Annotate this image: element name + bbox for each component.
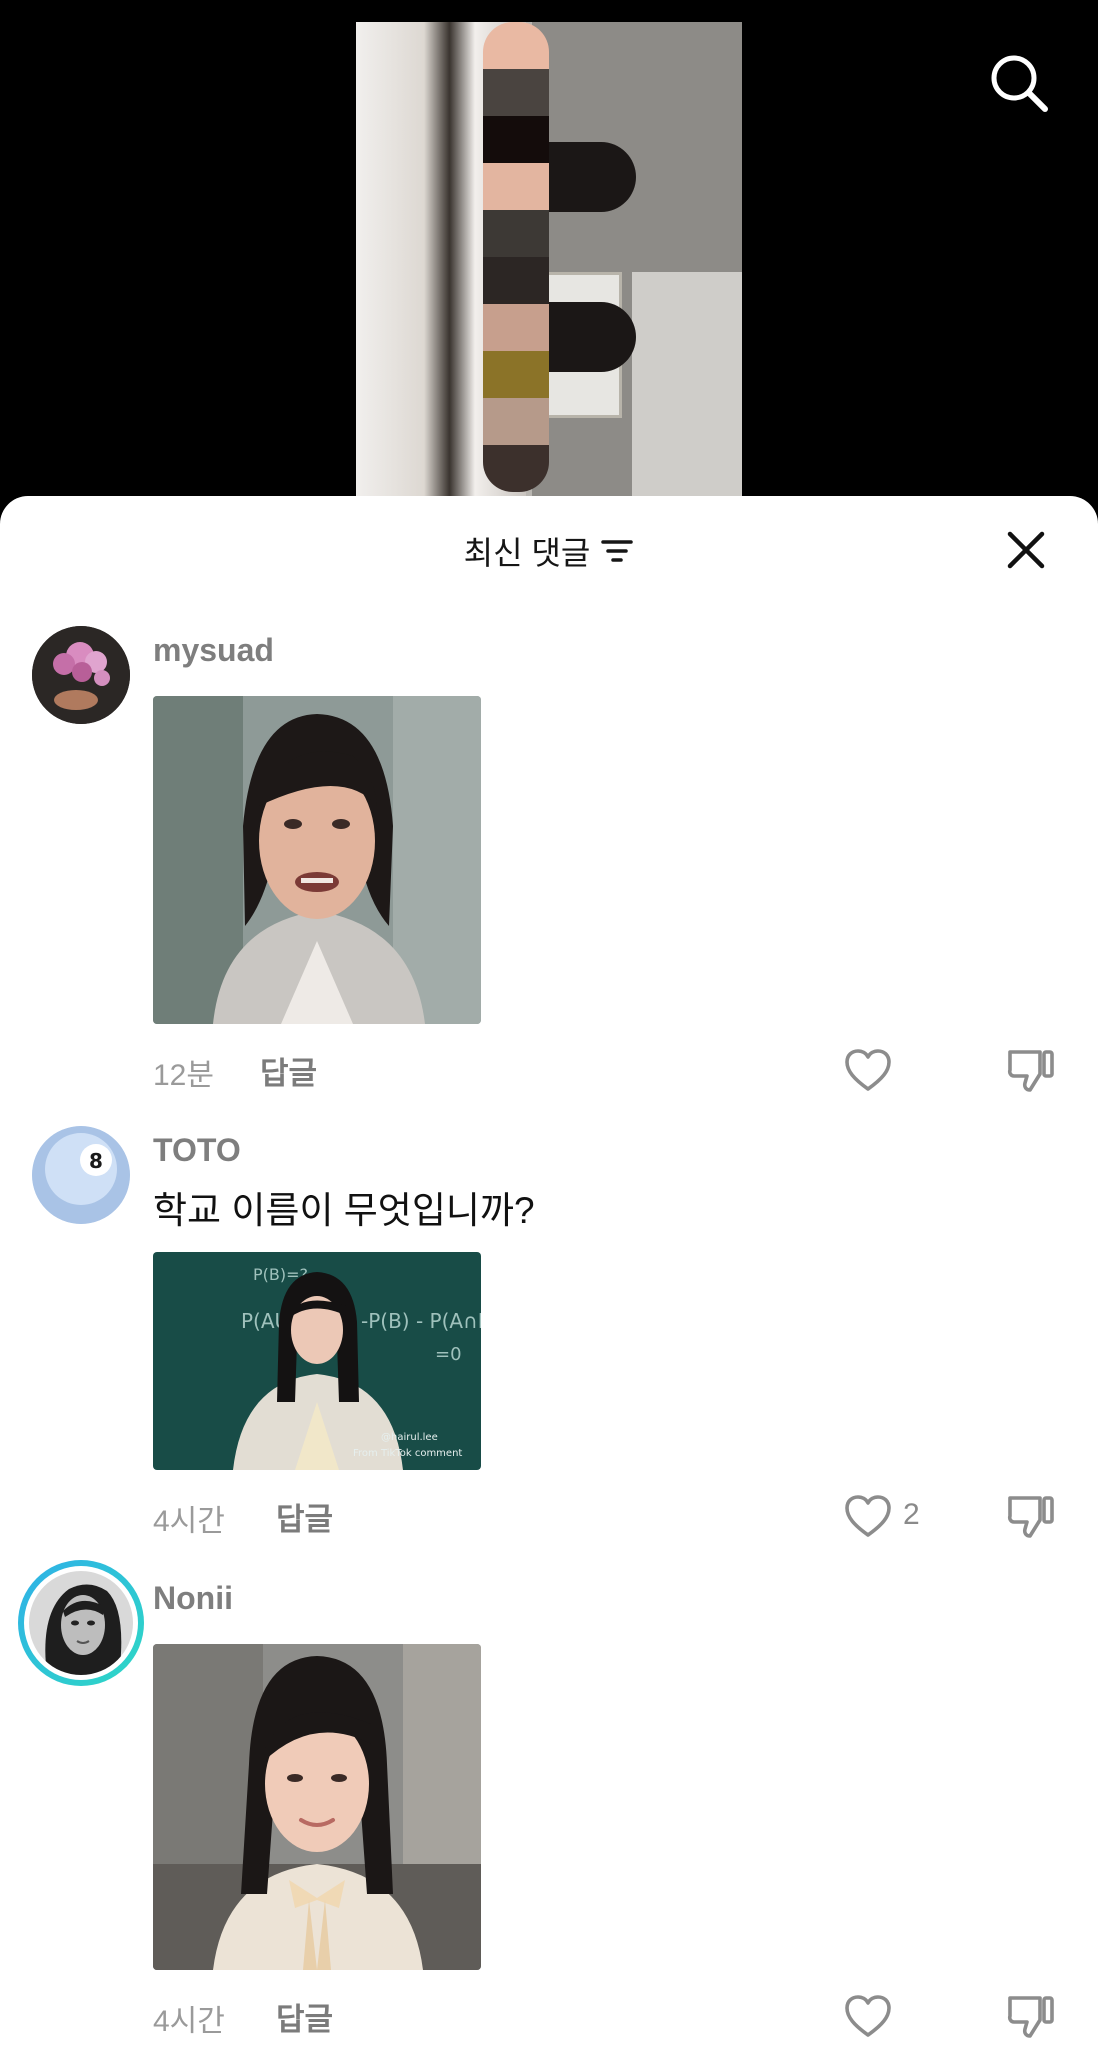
comment-text: 학교 이름이 무엇입니까?	[153, 1190, 535, 1231]
reply-button[interactable]: 답글	[276, 1994, 333, 2039]
avatar[interactable]	[18, 1560, 144, 1686]
comment-media-image[interactable]	[153, 1644, 481, 1970]
avatar-portrait-image	[29, 1571, 133, 1675]
svg-text:-P(B) - P(A∩B): -P(B) - P(A∩B)	[361, 1309, 481, 1333]
search-icon	[991, 55, 1048, 112]
comment-media-image[interactable]	[153, 696, 481, 1024]
heart-icon	[845, 1049, 891, 1091]
comment-username[interactable]: mysuad	[153, 632, 274, 669]
avatar-eight-ball-image: 8	[32, 1126, 130, 1224]
thumbs-down-icon	[1007, 1996, 1054, 2038]
comment-username[interactable]: Nonii	[153, 1580, 233, 1617]
search-button[interactable]	[984, 48, 1054, 118]
avatar[interactable]	[32, 626, 130, 724]
comments-header: 최신 댓글	[0, 496, 1098, 606]
close-button[interactable]	[998, 522, 1054, 578]
media-watermark: @hairul.lee	[381, 1432, 438, 1443]
dislike-button[interactable]	[1004, 1990, 1058, 2042]
comment-time: 12분	[153, 1059, 214, 1092]
sort-label: 최신 댓글	[463, 535, 591, 571]
like-button[interactable]	[842, 1044, 894, 1096]
woman-at-chalkboard-image: P(B)=? P(AU -P(B) - P(A∩B) =0 @hairul.le…	[153, 1252, 481, 1470]
dislike-button[interactable]	[1004, 1490, 1058, 1542]
svg-text:=0: =0	[435, 1344, 462, 1365]
thumbs-down-icon	[1007, 1496, 1054, 1538]
sort-toggle[interactable]: 최신 댓글	[0, 528, 1098, 574]
dislike-button[interactable]	[1004, 1044, 1058, 1096]
comments-sheet: 최신 댓글 mysuad 12분 답글 8 TOTO 학교 이름이 무엇입니까?…	[0, 496, 1098, 2048]
pixelated-censor	[483, 22, 549, 500]
comment-media-image[interactable]: P(B)=? P(AU -P(B) - P(A∩B) =0 @hairul.le…	[153, 1252, 481, 1470]
like-count: 2	[903, 1498, 920, 1531]
woman-shouting-image	[153, 696, 481, 1024]
thumbnail-floor	[632, 272, 742, 500]
svg-text:8: 8	[89, 1149, 103, 1173]
like-button[interactable]	[842, 1490, 894, 1542]
like-button[interactable]	[842, 1990, 894, 2042]
avatar-flowers-image	[32, 626, 130, 724]
comment-time: 4시간	[153, 1505, 225, 1538]
thumbs-down-icon	[1007, 1050, 1054, 1092]
comment-username[interactable]: TOTO	[153, 1132, 241, 1169]
avatar[interactable]: 8	[32, 1126, 130, 1224]
video-preview[interactable]	[0, 0, 1098, 520]
heart-icon	[845, 1995, 891, 2037]
sort-lines-icon	[601, 540, 634, 562]
comment-time: 4시간	[153, 2005, 225, 2038]
close-icon	[1007, 531, 1045, 569]
woman-smiling-image	[153, 1644, 481, 1970]
media-caption: From TikTok comment	[353, 1448, 462, 1459]
video-thumbnail[interactable]	[356, 22, 742, 500]
reply-button[interactable]: 답글	[276, 1494, 333, 1539]
heart-icon	[845, 1495, 891, 1537]
reply-button[interactable]: 답글	[260, 1048, 317, 1093]
